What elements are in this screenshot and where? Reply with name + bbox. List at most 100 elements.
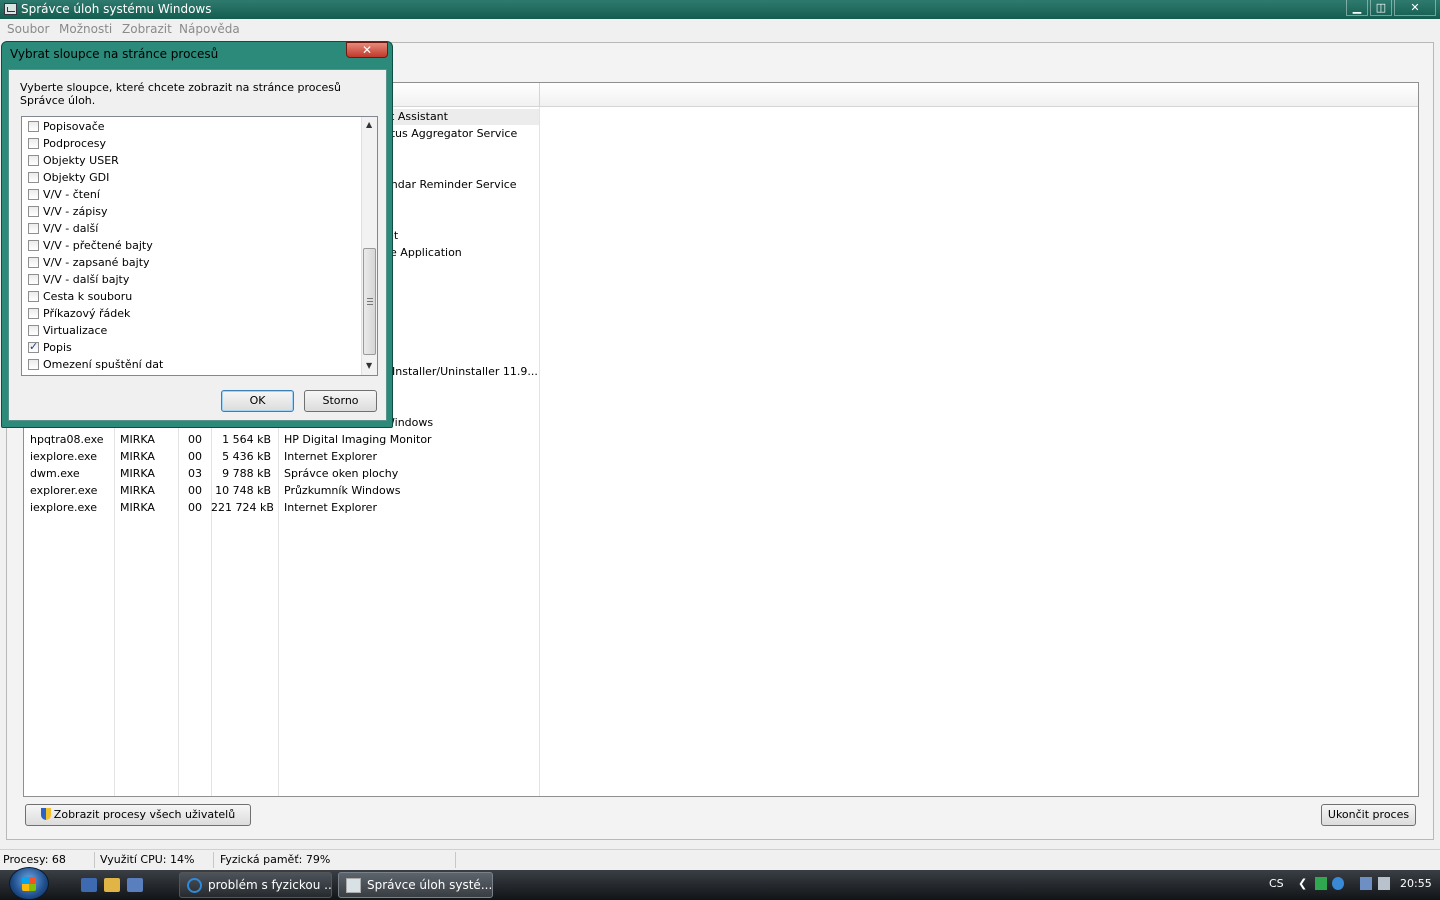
checkbox[interactable] [28, 155, 39, 166]
show-hidden-icons-chevron[interactable]: ❮ [1298, 877, 1307, 890]
vertical-scrollbar[interactable]: ▲ ▼ [361, 117, 377, 375]
menu-help[interactable]: Nápověda [179, 22, 240, 36]
process-name: iexplore.exe [30, 450, 97, 463]
column-option-label: V/V - přečtené bajty [43, 239, 153, 252]
menu-file[interactable]: Soubor [7, 22, 49, 36]
process-memory: 221 724 kB [211, 501, 274, 514]
column-option-label: Objekty GDI [43, 171, 110, 184]
ok-button[interactable]: OK [221, 390, 294, 412]
end-process-button[interactable]: Ukončit proces [1321, 804, 1416, 826]
column-option-label: Cesta k souboru [43, 290, 133, 303]
checkbox[interactable] [28, 291, 39, 302]
close-button[interactable]: ✕ [1394, 0, 1436, 16]
checkbox[interactable] [28, 240, 39, 251]
checkbox[interactable] [28, 308, 39, 319]
process-name: dwm.exe [30, 467, 80, 480]
process-name: explorer.exe [30, 484, 98, 497]
select-columns-dialog: Vybrat sloupce na stránce procesů ✕ Vybe… [1, 41, 393, 428]
network-icon[interactable] [1360, 877, 1372, 890]
scroll-down-arrow-icon[interactable]: ▼ [366, 361, 372, 370]
column-divider [539, 107, 540, 796]
checkbox[interactable] [28, 257, 39, 268]
battery-icon[interactable] [1315, 877, 1327, 890]
process-user: MIRKA [120, 467, 155, 480]
window-title-bar[interactable]: Správce úloh systému Windows ▁ ◫ ✕ [0, 0, 1440, 19]
column-option-label: V/V - zapsané bajty [43, 256, 150, 269]
column-option-label: V/V - zápisy [43, 205, 108, 218]
checkbox[interactable] [28, 325, 39, 336]
menu-bar: Soubor Možnosti Zobrazit Nápověda [0, 20, 1440, 39]
column-checklist[interactable]: Popisovače Podprocesy Objekty USER Objekty … [21, 116, 378, 376]
minimize-button[interactable]: ▁ [1346, 0, 1368, 16]
switch-windows-icon[interactable] [127, 878, 143, 892]
process-description[interactable]: ct Assistant [384, 110, 448, 123]
process-user: MIRKA [120, 484, 155, 497]
column-option-label: V/V - další [43, 222, 99, 235]
checkbox[interactable] [28, 274, 39, 285]
taskbar-button-task-manager[interactable]: Správce úloh systé... [338, 872, 493, 898]
process-description[interactable]: atus Aggregator Service [384, 127, 517, 140]
process-description[interactable]: endar Reminder Service [384, 178, 517, 191]
task-manager-icon [346, 878, 361, 893]
process-cpu: 00 [188, 450, 202, 463]
menu-view[interactable]: Zobrazit [122, 22, 172, 36]
show-all-users-label: Zobrazit procesy všech uživatelů [53, 808, 236, 821]
process-cpu: 03 [188, 467, 202, 480]
grip-icon [367, 298, 373, 305]
column-option-label: Objekty USER [43, 154, 119, 167]
status-cpu: Využití CPU: 14% [100, 853, 195, 866]
process-name: iexplore.exe [30, 501, 97, 514]
show-all-users-button[interactable]: Zobrazit procesy všech uživatelů [25, 804, 251, 826]
checkbox[interactable] [28, 121, 39, 132]
status-bar: Procesy: 68 Využití CPU: 14% Fyzická pam… [0, 849, 1440, 869]
update-icon[interactable] [1332, 877, 1344, 890]
process-description: Internet Explorer [284, 501, 377, 514]
process-description: Správce oken plochy [284, 467, 399, 480]
start-button[interactable] [9, 867, 49, 900]
clock[interactable]: 20:55 [1400, 877, 1432, 890]
shield-icon [40, 808, 51, 820]
checkbox[interactable] [28, 223, 39, 234]
process-memory: 9 788 kB [222, 467, 271, 480]
column-option-label: Omezení spuštění dat [43, 358, 164, 371]
status-separator [213, 852, 214, 868]
column-option-label: Podprocesy [43, 137, 107, 150]
process-description[interactable]: ce Application [384, 246, 462, 259]
process-user: MIRKA [120, 501, 155, 514]
window-title: Správce úloh systému Windows [21, 2, 212, 16]
process-description[interactable]: r Installer/Uninstaller 11.9... [384, 365, 538, 378]
column-header-separator[interactable] [539, 83, 540, 107]
status-separator [455, 852, 456, 868]
column-option-label: Popis [43, 341, 72, 354]
scroll-up-arrow-icon[interactable]: ▲ [366, 120, 372, 129]
checkbox[interactable] [28, 189, 39, 200]
checkbox[interactable] [28, 138, 39, 149]
checkbox[interactable] [28, 359, 39, 370]
column-option-label: Příkazový řádek [43, 307, 131, 320]
folder-icon[interactable] [104, 878, 120, 892]
process-cpu: 00 [188, 484, 202, 497]
process-description: HP Digital Imaging Monitor [284, 433, 432, 446]
process-description: Internet Explorer [284, 450, 377, 463]
column-option-label: Popisovače [43, 120, 105, 133]
windows-logo-icon [22, 877, 36, 891]
dialog-body: Vyberte sloupce, které chcete zobrazit n… [8, 69, 387, 421]
dialog-close-button[interactable]: ✕ [346, 42, 388, 58]
taskbar-button-browser[interactable]: problém s fyzickou ... [179, 872, 332, 898]
maximize-button[interactable]: ◫ [1370, 0, 1392, 16]
checkbox[interactable] [28, 172, 39, 183]
scrollbar-thumb[interactable] [363, 248, 376, 355]
volume-icon[interactable] [1378, 877, 1390, 890]
process-memory: 1 564 kB [222, 433, 271, 446]
dialog-prompt: Vyberte sloupce, které chcete zobrazit n… [20, 81, 341, 107]
menu-options[interactable]: Možnosti [59, 22, 112, 36]
cancel-button[interactable]: Storno [304, 390, 377, 412]
show-desktop-icon[interactable] [81, 878, 97, 892]
ie-icon [187, 878, 202, 893]
checkbox[interactable] [28, 206, 39, 217]
language-indicator[interactable]: CS [1269, 877, 1284, 890]
process-user: MIRKA [120, 433, 155, 446]
checkbox[interactable] [28, 340, 39, 353]
column-option-label: V/V - další bajty [43, 273, 130, 286]
process-name: hpqtra08.exe [30, 433, 104, 446]
